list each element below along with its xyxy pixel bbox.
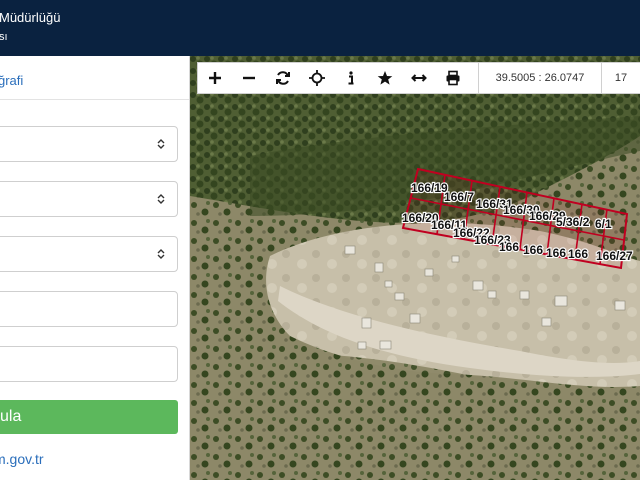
select-field-1[interactable]	[0, 126, 178, 162]
zoom-out-icon	[243, 76, 255, 80]
select-arrows-icon	[157, 194, 165, 204]
sidebar-divider	[0, 99, 189, 100]
print-button[interactable]	[436, 63, 470, 93]
map-view[interactable]: 166/19 166/7 166/31 166/30 166/29 5/36/2 6/1 16…	[190, 56, 640, 480]
parcel-label[interactable]: 166	[545, 245, 568, 261]
select-field-3[interactable]	[0, 236, 178, 272]
sidebar-tab[interactable]: ğrafi	[0, 73, 23, 88]
star-icon	[377, 71, 393, 85]
text-input-1[interactable]	[0, 291, 178, 327]
header-subtitle: sı	[0, 31, 8, 43]
site-link[interactable]: m.gov.tr	[0, 451, 44, 467]
parcel-label[interactable]: 5/36/2	[555, 214, 591, 230]
select-arrows-icon	[157, 249, 165, 259]
parcel-label[interactable]: 166	[567, 246, 590, 262]
parcel-label[interactable]: 166/7	[443, 189, 476, 205]
refresh-icon	[276, 71, 290, 85]
measure-button[interactable]	[402, 63, 436, 93]
coordinate-display: 39.5005 : 26.0747	[478, 63, 602, 93]
locate-button[interactable]	[300, 63, 334, 93]
map-toolbar: 39.5005 : 26.0747 17	[197, 62, 640, 94]
select-arrows-icon	[157, 139, 165, 149]
parcel-label[interactable]: 166	[522, 242, 545, 258]
parcel-label[interactable]: 166	[498, 239, 521, 255]
print-icon	[446, 70, 460, 86]
refresh-button[interactable]	[266, 63, 300, 93]
text-input-2[interactable]	[0, 346, 178, 382]
parcel-label[interactable]: 6/1	[594, 216, 613, 232]
parcel-overlay[interactable]: 166/19166/7 166/31166/30166/295/36/2 6/116…	[190, 56, 640, 480]
parcel-label[interactable]: 166/27	[595, 248, 634, 264]
app-header: Müdürlüğü sı	[0, 0, 640, 56]
favorite-button[interactable]	[368, 63, 402, 93]
sidebar: ğrafi ula m.gov.tr	[0, 56, 190, 480]
measure-icon	[411, 74, 427, 82]
header-title: Müdürlüğü	[0, 10, 61, 25]
zoom-in-button[interactable]	[198, 63, 232, 93]
zoom-out-button[interactable]	[232, 63, 266, 93]
query-button[interactable]: ula	[0, 400, 178, 434]
info-icon	[348, 71, 354, 85]
locate-icon	[309, 70, 325, 86]
zoom-level: 17	[614, 72, 628, 84]
info-button[interactable]	[334, 63, 368, 93]
zoom-in-icon	[209, 72, 221, 84]
parcel-label[interactable]: 166/19	[410, 180, 449, 196]
select-field-2[interactable]	[0, 181, 178, 217]
